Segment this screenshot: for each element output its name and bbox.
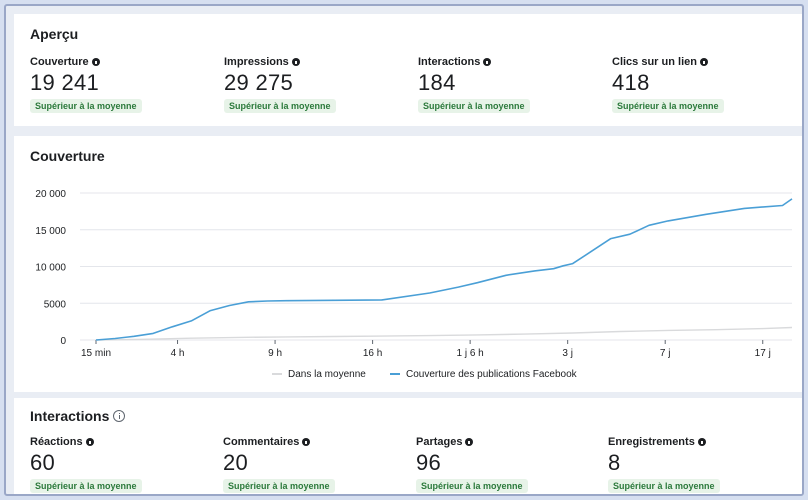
status-badge: Supérieur à la moyenne [612,99,724,113]
metric-label: Interactions [418,56,481,68]
info-icon[interactable] [699,58,708,66]
couverture-card: Couverture 0 5000 10 000 15 000 20 000 15 min… [14,136,802,392]
metric-value: 96 [416,450,442,475]
legend-label: Couverture des publications Facebook [406,369,578,380]
status-badge: Supérieur à la moyenne [223,479,335,493]
couverture-chart: 0 5000 10 000 15 000 20 000 15 min 4 h 9 h 16 h 1… [35,189,793,380]
info-icon[interactable] [291,58,300,66]
metric-label: Partages [416,436,463,448]
metric-value: 19 241 [30,70,100,95]
metric-commentaires: Commentaires 20 Supérieur à la moyenne [223,436,335,494]
insights-frame: Aperçu Couverture 19 241 Supérieur à la … [4,4,804,496]
metric-value: 184 [418,70,456,95]
info-icon[interactable] [465,438,474,446]
metric-clics: Clics sur un lien 418 Supérieur à la moy… [612,56,724,114]
metric-value: 418 [612,70,650,95]
metric-enregistrements: Enregistrements 8 Supérieur à la moyenne [608,436,720,494]
metric-reactions: Réactions 60 Supérieur à la moyenne [30,436,142,494]
status-badge: Supérieur à la moyenne [608,479,720,493]
status-badge: Supérieur à la moyenne [416,479,528,493]
info-icon[interactable] [697,438,706,446]
x-tick-label: 1 j 6 h [457,348,484,359]
x-tick-label: 4 h [171,348,185,359]
metric-interactions: Interactions 184 Supérieur à la moyenne [418,56,530,114]
series-line [95,326,793,341]
apercu-title: Aperçu [30,26,79,42]
x-tick-label: 3 j [562,348,573,359]
info-icon[interactable] [483,58,492,66]
interactions-title-row: Interactions [30,408,126,424]
y-tick-label: 15 000 [35,226,66,237]
metric-label: Impressions [224,56,289,68]
x-tick-label: 17 j [755,348,771,359]
metric-couverture: Couverture 19 241 Supérieur à la moyenne [30,56,142,114]
legend-label: Dans la moyenne [288,369,366,380]
status-badge: Supérieur à la moyenne [418,99,530,113]
metric-partages: Partages 96 Supérieur à la moyenne [416,436,528,494]
metric-value: 60 [30,450,56,475]
x-tick-label: 16 h [363,348,382,359]
x-tick-label: 7 j [660,348,671,359]
info-icon[interactable] [302,438,311,446]
info-outline-icon[interactable] [113,410,126,422]
x-tick-label: 9 h [268,348,282,359]
series-line [95,198,793,341]
apercu-card: Aperçu Couverture 19 241 Supérieur à la … [14,14,802,126]
metric-label: Réactions [30,436,83,448]
metric-label: Enregistrements [608,436,695,448]
metric-label: Commentaires [223,436,300,448]
info-icon[interactable] [85,438,94,446]
metric-value: 8 [608,450,621,475]
status-badge: Supérieur à la moyenne [224,99,336,113]
y-tick-label: 20 000 [35,189,66,200]
metric-value: 20 [223,450,249,475]
metric-label: Clics sur un lien [612,56,697,68]
interactions-card: Interactions Réactions 60 Supérieur à la… [14,398,802,494]
status-badge: Supérieur à la moyenne [30,479,142,493]
x-tick-label: 15 min [81,348,111,359]
y-tick-label: 0 [60,336,66,347]
info-icon[interactable] [91,58,100,66]
y-tick-label: 10 000 [35,263,66,274]
interactions-title: Interactions [30,408,110,424]
metric-value: 29 275 [224,70,294,95]
status-badge: Supérieur à la moyenne [30,99,142,113]
metric-label: Couverture [30,56,89,68]
y-tick-label: 5000 [44,299,67,310]
metric-impressions: Impressions 29 275 Supérieur à la moyenn… [224,56,336,114]
